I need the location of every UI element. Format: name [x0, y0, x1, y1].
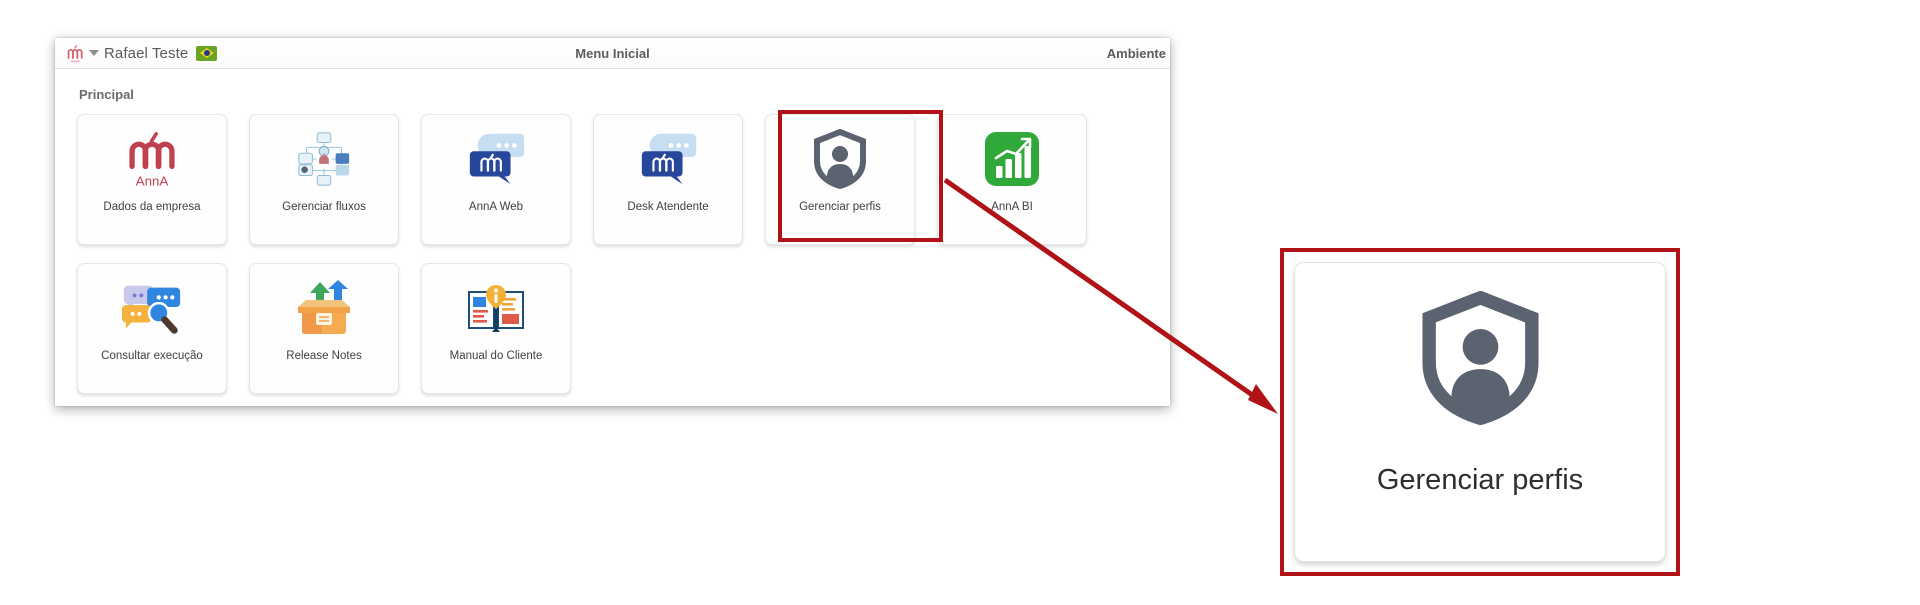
brazil-flag-icon[interactable]	[196, 45, 218, 61]
tile-label: Gerenciar perfis	[799, 201, 881, 213]
tile-dados-da-empresa[interactable]: AnnA Dados da empresa	[77, 114, 227, 245]
environment-label: Ambiente	[1106, 45, 1166, 61]
shield-user-icon	[1418, 290, 1543, 430]
svg-text:AnnA: AnnA	[71, 60, 80, 64]
tile-anna-bi[interactable]: AnnA BI	[937, 114, 1087, 245]
chevron-down-icon[interactable]	[89, 50, 99, 56]
chat-search-icon	[120, 272, 184, 344]
anna-logo-icon: AnnA	[121, 123, 183, 195]
tile-label: Manual do Cliente	[449, 350, 543, 362]
tile-label: AnnA Web	[468, 201, 524, 213]
flow-diagram-icon	[293, 123, 355, 195]
application-window: AnnA Rafael Teste Menu Inicial Ambiente …	[55, 38, 1170, 406]
tile-label: Release Notes	[286, 350, 362, 362]
tile-row: Consultar execução Release Notes Manual …	[77, 263, 1148, 394]
flag-globe	[203, 50, 210, 56]
tile-manual-do-cliente[interactable]: Manual do Cliente	[421, 263, 571, 394]
shield-user-icon	[812, 123, 868, 195]
page-title: Menu Inicial	[575, 45, 650, 61]
tile-label: Consultar execução	[101, 350, 203, 362]
chat-bubble-anna-icon	[636, 123, 700, 195]
callout-label: Gerenciar perfis	[1376, 464, 1584, 496]
tile-release-notes[interactable]: Release Notes	[249, 263, 399, 394]
callout-frame: Gerenciar perfis	[1280, 248, 1680, 576]
chat-bubble-anna-icon	[464, 123, 528, 195]
section-title: Principal	[79, 87, 134, 102]
tile-label: Gerenciar fluxos	[282, 201, 366, 213]
flag-lozenge	[199, 48, 214, 58]
tile-label: Desk Atendente	[627, 201, 709, 213]
tile-gerenciar-perfis[interactable]: Gerenciar perfis	[765, 114, 915, 245]
app-header-bar: AnnA Rafael Teste Menu Inicial Ambiente	[55, 38, 1170, 69]
tile-consultar-execucao[interactable]: Consultar execução	[77, 263, 227, 394]
tile-anna-web[interactable]: AnnA Web	[421, 114, 571, 245]
open-book-info-icon	[465, 272, 527, 344]
package-arrows-icon	[294, 272, 354, 344]
tile-row: AnnA Dados da empresa Gerenciar fluxos A…	[77, 114, 1148, 245]
bar-chart-icon	[983, 123, 1041, 195]
anna-logo-icon: AnnA	[65, 43, 85, 63]
app-body: Principal AnnA Dados da empresa Gerencia…	[55, 69, 1170, 394]
header-user-area[interactable]: AnnA Rafael Teste	[55, 43, 218, 63]
user-name-label: Rafael Teste	[104, 44, 189, 62]
callout-tile-gerenciar-perfis[interactable]: Gerenciar perfis	[1294, 262, 1666, 562]
tile-desk-atendente[interactable]: Desk Atendente	[593, 114, 743, 245]
tile-label: Dados da empresa	[103, 201, 201, 213]
tile-gerenciar-fluxos[interactable]: Gerenciar fluxos	[249, 114, 399, 245]
svg-text:AnnA: AnnA	[136, 174, 169, 189]
tile-label: AnnA BI	[991, 201, 1033, 213]
